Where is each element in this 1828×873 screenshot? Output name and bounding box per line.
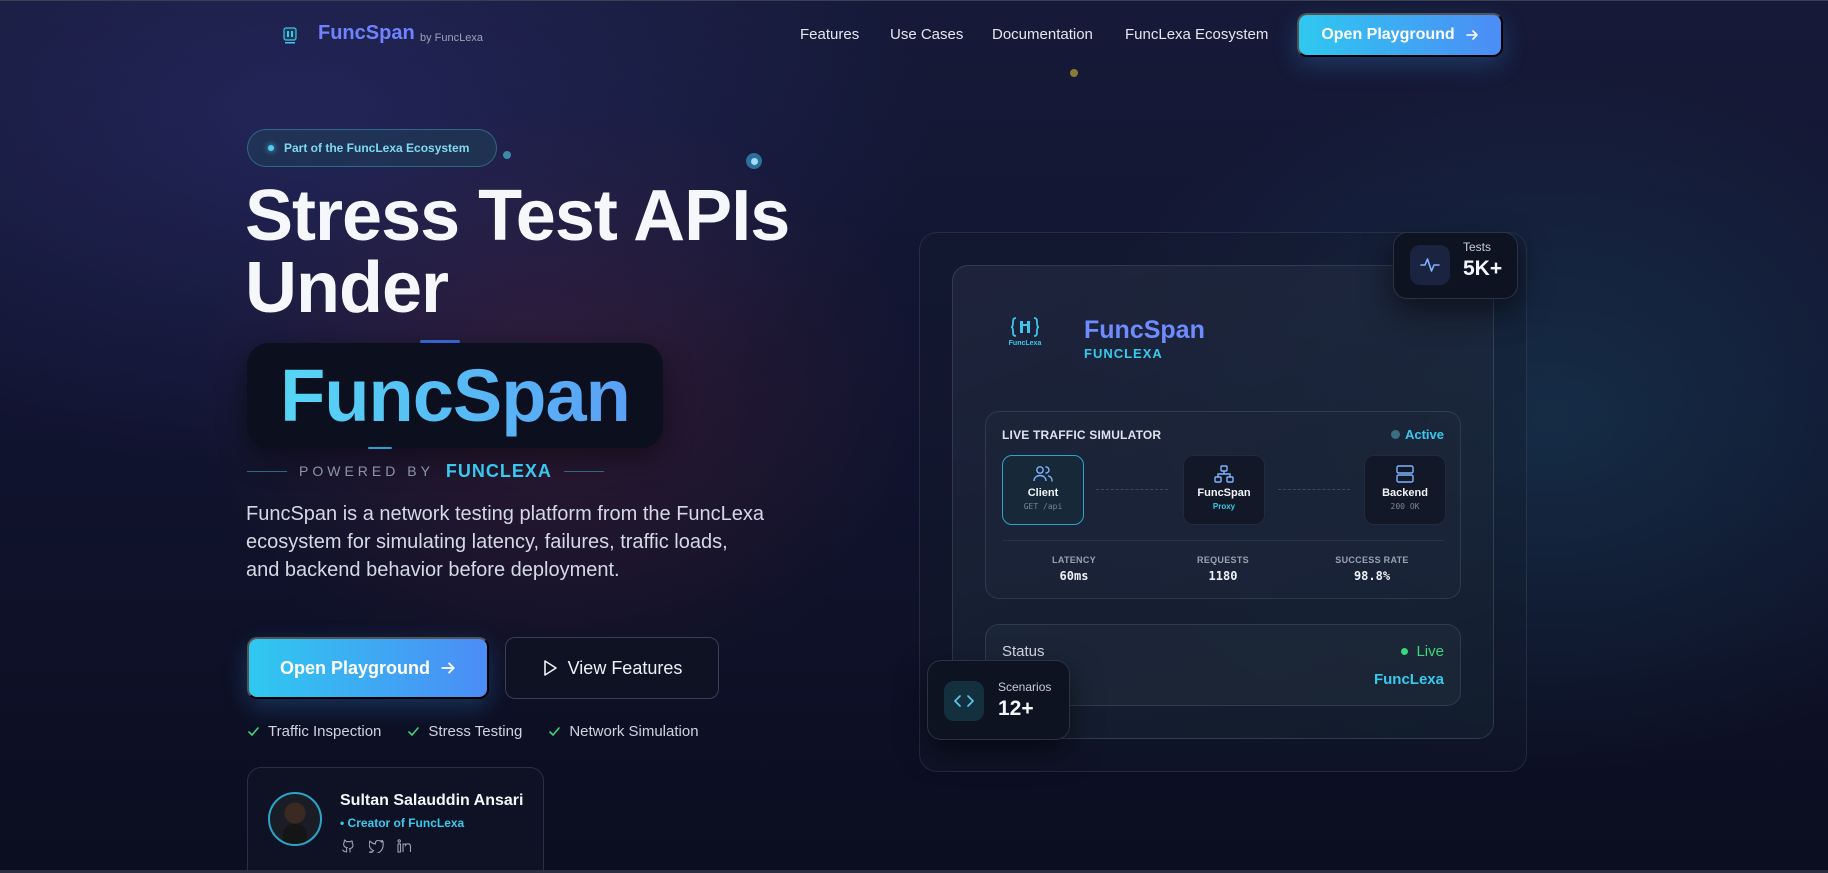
tests-stat-card: Tests 5K+: [1393, 232, 1518, 299]
view-features-button[interactable]: View Features: [505, 637, 719, 699]
decor-dot: [503, 151, 511, 159]
creator-role: • Creator of FuncLexa: [340, 816, 465, 830]
metric-requests: REQUESTS 1180: [1163, 555, 1283, 583]
brand-by-label: by FuncLexa: [420, 32, 483, 44]
feature-checklist: Traffic Inspection Stress Testing Networ…: [247, 723, 699, 740]
hero-open-playground-button[interactable]: Open Playground: [247, 637, 489, 699]
check-icon: [248, 727, 259, 737]
nav-open-playground-button[interactable]: Open Playground: [1297, 13, 1503, 57]
code-icon: [944, 681, 984, 721]
metric-value: 60ms: [1059, 569, 1089, 583]
powered-by-row: POWERED BY FUNCLEXA: [247, 461, 607, 481]
nav-link-documentation[interactable]: Documentation: [992, 26, 1093, 43]
creator-name: Sultan Salauddin Ansari: [340, 792, 524, 809]
status-label: Active: [1404, 427, 1444, 442]
ecosystem-badge: Part of the FuncLexa Ecosystem: [247, 129, 497, 167]
traffic-simulator-card: LIVE TRAFFIC SIMULATOR Active Client GET…: [985, 411, 1461, 599]
check-icon: [549, 727, 561, 737]
tests-label: Tests: [1463, 240, 1492, 254]
metric-label: SUCCESS RATE: [1335, 555, 1409, 565]
divider: [563, 470, 604, 472]
tests-value: 5K+: [1463, 257, 1503, 280]
arrow-right-icon: [441, 662, 455, 674]
status-dot-icon: [1390, 430, 1400, 439]
metric-label: LATENCY: [1052, 555, 1096, 565]
badge-label: Part of the FuncLexa Ecosystem: [284, 141, 470, 155]
badge-dot-icon: [268, 145, 274, 151]
twitter-icon[interactable]: [368, 838, 384, 854]
divider: [1002, 540, 1444, 541]
live-dot-icon: [1401, 648, 1409, 655]
divider: [247, 470, 287, 472]
connector-line: [1096, 489, 1168, 490]
metric-value: 98.8%: [1353, 569, 1391, 583]
brand-name[interactable]: FuncSpan: [318, 22, 415, 45]
feature-label: Traffic Inspection: [268, 723, 382, 740]
play-icon: [543, 660, 557, 676]
node-name: Client: [1027, 487, 1059, 499]
nav-link-features[interactable]: Features: [800, 26, 859, 43]
simulator-title: LIVE TRAFFIC SIMULATOR: [1002, 428, 1162, 442]
live-indicator: Live: [1401, 643, 1444, 660]
metric-label: REQUESTS: [1197, 555, 1249, 565]
node-sub: 200 OK: [1390, 502, 1420, 511]
server-icon: [1396, 465, 1414, 483]
panel-title: FuncSpan: [1084, 316, 1205, 344]
metric-success-rate: SUCCESS RATE 98.8%: [1312, 555, 1432, 583]
node-name: Backend: [1382, 487, 1428, 499]
highlight-text: FuncSpan: [280, 354, 631, 437]
feature-label: Network Simulation: [569, 723, 699, 740]
metric-latency: LATENCY 60ms: [1014, 555, 1134, 583]
powered-by-label: POWERED BY: [299, 463, 434, 479]
scenarios-stat-card: Scenarios 12+: [927, 660, 1070, 740]
connector-line: [1278, 489, 1350, 490]
node-funcspan[interactable]: FuncSpan Proxy: [1183, 455, 1265, 525]
headline-line-1: Stress Test APIs: [245, 176, 790, 256]
highlight-box: FuncSpan: [247, 343, 663, 448]
linkedin-icon[interactable]: [396, 838, 412, 854]
activity-icon: [1410, 245, 1450, 285]
brand-logo-icon[interactable]: [280, 24, 300, 46]
funclexa-logo-icon: FuncLexa: [1004, 316, 1046, 362]
headline-line-2: Under: [245, 248, 449, 328]
users-icon: [1033, 466, 1053, 482]
node-name: FuncSpan: [1197, 487, 1251, 499]
scenarios-value: 12+: [998, 697, 1034, 720]
metric-value: 1180: [1208, 569, 1238, 583]
view-features-label: View Features: [567, 657, 683, 678]
status-card-ref: FuncLexa: [1373, 671, 1444, 688]
check-icon: [408, 727, 420, 737]
creator-card: Sultan Salauddin Ansari • Creator of Fun…: [247, 767, 544, 873]
feature-label: Stress Testing: [428, 723, 523, 740]
feature-item: Network Simulation: [548, 723, 699, 740]
decor-dot: [1070, 69, 1078, 77]
node-backend[interactable]: Backend 200 OK: [1364, 455, 1446, 525]
hero-description: FuncSpan is a network testing platform f…: [246, 503, 765, 581]
nav-link-ecosystem[interactable]: FuncLexa Ecosystem: [1125, 26, 1268, 43]
node-client[interactable]: Client GET /api: [1002, 455, 1084, 525]
top-nav: FuncSpan by FuncLexa Features Use Cases …: [0, 0, 1828, 70]
powered-by-brand: FUNCLEXA: [445, 460, 552, 481]
node-sub: GET /api: [1023, 502, 1063, 511]
avatar: [268, 792, 322, 846]
status-card-label: Status: [1002, 643, 1045, 660]
feature-item: Traffic Inspection: [247, 723, 381, 740]
decor-orb: [746, 153, 762, 169]
arrow-right-icon: [1465, 30, 1478, 40]
node-sub: Proxy: [1212, 502, 1236, 511]
network-icon: [1214, 465, 1234, 483]
hero-cta-label: Open Playground: [279, 657, 430, 678]
status-badge: Active: [1390, 427, 1444, 442]
live-label: Live: [1416, 643, 1444, 660]
nav-link-use-cases[interactable]: Use Cases: [890, 26, 963, 43]
logo-caption: FuncLexa: [1008, 340, 1042, 347]
github-icon[interactable]: [340, 838, 356, 854]
hero-headline: Stress Test APIs Under: [245, 176, 790, 328]
scenarios-label: Scenarios: [998, 680, 1052, 694]
nav-cta-label: Open Playground: [1321, 26, 1455, 43]
panel-subtitle: FUNCLEXA: [1084, 346, 1163, 361]
feature-item: Stress Testing: [407, 723, 522, 740]
highlight-accent: [368, 447, 392, 449]
